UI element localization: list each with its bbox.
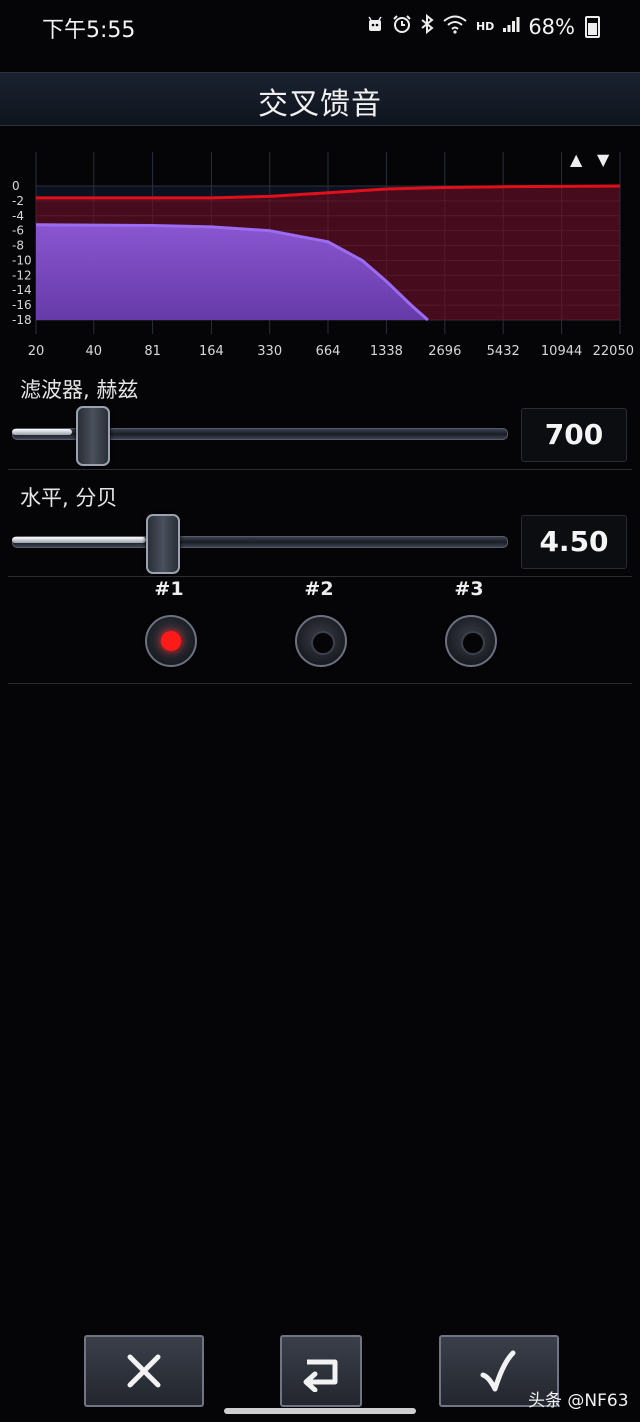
reset-button[interactable] <box>280 1335 362 1407</box>
preset-indicator-icon <box>461 631 485 655</box>
cancel-button[interactable] <box>84 1335 204 1407</box>
x-tick-label: 81 <box>144 344 161 359</box>
status-time: 下午5:55 <box>42 18 136 43</box>
check-icon <box>480 1350 516 1392</box>
title-bar: 交叉馈音 <box>0 72 640 126</box>
y-tick-label: -12 <box>12 268 32 282</box>
watermark: 头条 @NF63 <box>528 1391 629 1411</box>
x-tick-label: 2696 <box>428 344 461 359</box>
x-tick-label: 1338 <box>370 344 403 359</box>
x-tick-label: 5432 <box>487 344 520 359</box>
filter-slider-thumb[interactable] <box>76 406 110 466</box>
filter-slider[interactable] <box>12 406 508 466</box>
filter-label: 滤波器, 赫兹 <box>20 378 139 402</box>
level-slider[interactable] <box>12 514 508 574</box>
x-tick-label: 40 <box>86 344 103 359</box>
preset-1-label: #1 <box>154 578 184 600</box>
wifi-icon <box>442 14 468 39</box>
x-tick-label: 664 <box>316 344 341 359</box>
preset-1-button[interactable] <box>145 615 197 667</box>
page-title: 交叉馈音 <box>258 87 382 122</box>
undo-icon <box>303 1359 338 1392</box>
divider <box>8 469 632 470</box>
scale-up-button[interactable]: ▲ <box>570 150 582 169</box>
android-icon <box>366 15 384 38</box>
status-bar: 下午5:55 HD 68% <box>0 0 640 56</box>
preset-indicator-icon <box>311 631 335 655</box>
battery-icon <box>585 15 600 38</box>
preset-indicator-icon <box>161 631 181 651</box>
y-tick-label: -16 <box>12 298 32 312</box>
x-tick-label: 164 <box>199 344 224 359</box>
divider <box>8 576 632 577</box>
divider <box>8 683 632 684</box>
preset-3-label: #3 <box>454 578 484 600</box>
scale-down-button[interactable]: ▼ <box>597 150 609 169</box>
x-tick-label: 20 <box>28 344 45 359</box>
alarm-icon <box>392 14 412 39</box>
y-tick-label: -14 <box>12 283 32 297</box>
preset-2-label: #2 <box>304 578 334 600</box>
preset-3-button[interactable] <box>445 615 497 667</box>
preset-2-button[interactable] <box>295 615 347 667</box>
x-tick-label: 22050 <box>593 344 634 359</box>
hd-label: HD <box>475 20 495 33</box>
battery-percent: 68% <box>528 14 575 39</box>
home-indicator[interactable] <box>224 1408 416 1414</box>
y-tick-label: -18 <box>12 313 32 327</box>
y-tick-label: -6 <box>12 224 24 238</box>
y-tick-label: -10 <box>12 253 32 267</box>
y-tick-label: -2 <box>12 194 24 208</box>
y-tick-label: -8 <box>12 239 24 253</box>
bluetooth-icon <box>420 13 434 39</box>
level-label: 水平, 分贝 <box>20 486 118 510</box>
level-slider-thumb[interactable] <box>146 514 180 574</box>
x-tick-label: 10944 <box>541 344 582 359</box>
y-tick-label: -4 <box>12 209 24 223</box>
level-value[interactable]: 4.50 <box>521 515 627 569</box>
signal-icon <box>502 15 520 38</box>
y-tick-label: 0 <box>12 179 20 193</box>
crossfeed-chart: 0-2-4-6-8-10-12-14-16-18 20 40 81 164 330 664… <box>12 152 634 359</box>
close-icon <box>127 1354 161 1388</box>
level-slider-fill <box>12 537 146 543</box>
status-icons: HD 68% <box>366 13 600 39</box>
filter-slider-fill <box>12 429 72 435</box>
x-tick-label: 330 <box>257 344 282 359</box>
filter-value[interactable]: 700 <box>521 408 627 462</box>
